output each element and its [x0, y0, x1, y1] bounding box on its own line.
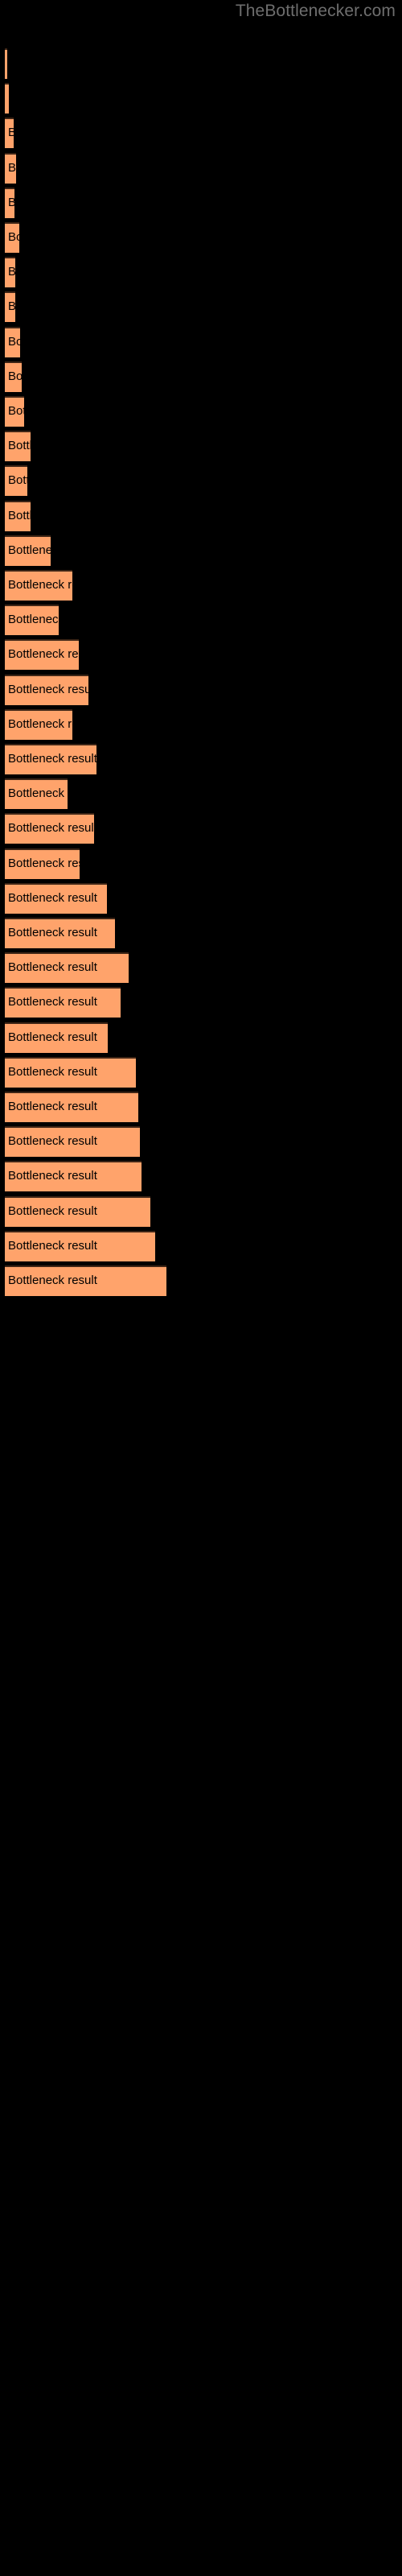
bar-row: Bottleneck result	[0, 987, 402, 1018]
bar-row: Bottleneck result	[0, 1161, 402, 1192]
bar-row: Bottleneck result	[0, 361, 402, 392]
bar[interactable]	[5, 1126, 140, 1158]
bar[interactable]	[5, 1195, 150, 1227]
bar[interactable]	[5, 152, 16, 184]
bar[interactable]	[5, 222, 19, 253]
bar[interactable]	[5, 882, 107, 914]
bar-row: Bottleneck result	[0, 83, 402, 114]
bottleneck-bar-chart: TheBottlenecker.com Bottleneck resultBot…	[0, 0, 402, 2576]
bar[interactable]	[5, 918, 115, 948]
bar[interactable]	[5, 291, 15, 323]
bar-row: Bottleneck result	[0, 882, 402, 914]
bar[interactable]	[5, 674, 88, 705]
bar-row: Bottleneck result	[0, 152, 402, 184]
bar-row: Bottleneck result	[0, 326, 402, 357]
bar[interactable]	[5, 1161, 142, 1192]
bar[interactable]	[5, 952, 129, 984]
bar[interactable]	[5, 1056, 136, 1088]
bar[interactable]	[5, 605, 59, 636]
bar[interactable]	[5, 744, 96, 774]
bar[interactable]	[5, 396, 24, 427]
bar[interactable]	[5, 326, 20, 357]
bar-row: Bottleneck result	[0, 48, 402, 79]
bar[interactable]	[5, 1265, 166, 1296]
bar-row: Bottleneck result	[0, 639, 402, 671]
bar-row: Bottleneck result	[0, 1092, 402, 1122]
bar[interactable]	[5, 639, 79, 671]
bar-row: Bottleneck result	[0, 918, 402, 948]
bar-row: Bottleneck result	[0, 605, 402, 636]
bar-row: Bottleneck result	[0, 813, 402, 844]
bar-row: Bottleneck result	[0, 431, 402, 462]
bar-row: Bottleneck result	[0, 1195, 402, 1227]
bar-row: Bottleneck result	[0, 187, 402, 218]
bar-row: Bottleneck result	[0, 1022, 402, 1053]
bars-layer: Bottleneck resultBottleneck resultBottle…	[0, 0, 402, 2576]
bar[interactable]	[5, 465, 27, 497]
bar[interactable]	[5, 500, 31, 531]
bar-row: Bottleneck result	[0, 570, 402, 601]
bar[interactable]	[5, 48, 7, 79]
bar-row: Bottleneck result	[0, 1230, 402, 1261]
bar-row: Bottleneck result	[0, 396, 402, 427]
bar[interactable]	[5, 1230, 155, 1261]
bar-row: Bottleneck result	[0, 1126, 402, 1158]
bar[interactable]	[5, 570, 72, 601]
bar[interactable]	[5, 1022, 108, 1053]
bar-row: Bottleneck result	[0, 500, 402, 531]
bar[interactable]	[5, 778, 68, 810]
bar-row: Bottleneck result	[0, 1056, 402, 1088]
bar[interactable]	[5, 361, 22, 392]
bar[interactable]	[5, 708, 72, 740]
bar-row: Bottleneck result	[0, 535, 402, 566]
bar[interactable]	[5, 257, 15, 288]
bar-row: Bottleneck result	[0, 118, 402, 149]
bar-row: Bottleneck result	[0, 848, 402, 879]
bar[interactable]	[5, 535, 51, 566]
bar-row: Bottleneck result	[0, 778, 402, 810]
bar-row: Bottleneck result	[0, 952, 402, 984]
bar-row: Bottleneck result	[0, 291, 402, 323]
bar-row: Bottleneck result	[0, 674, 402, 705]
bar-row: Bottleneck result	[0, 744, 402, 774]
bar-row: Bottleneck result	[0, 1265, 402, 1296]
bar-row: Bottleneck result	[0, 465, 402, 497]
bar[interactable]	[5, 83, 9, 114]
bar[interactable]	[5, 987, 121, 1018]
bar[interactable]	[5, 187, 14, 218]
bar[interactable]	[5, 813, 94, 844]
bar[interactable]	[5, 118, 14, 149]
bar-row: Bottleneck result	[0, 708, 402, 740]
bar-row: Bottleneck result	[0, 222, 402, 253]
bar[interactable]	[5, 848, 80, 879]
bar-row: Bottleneck result	[0, 257, 402, 288]
bar[interactable]	[5, 431, 31, 462]
bar[interactable]	[5, 1092, 138, 1122]
